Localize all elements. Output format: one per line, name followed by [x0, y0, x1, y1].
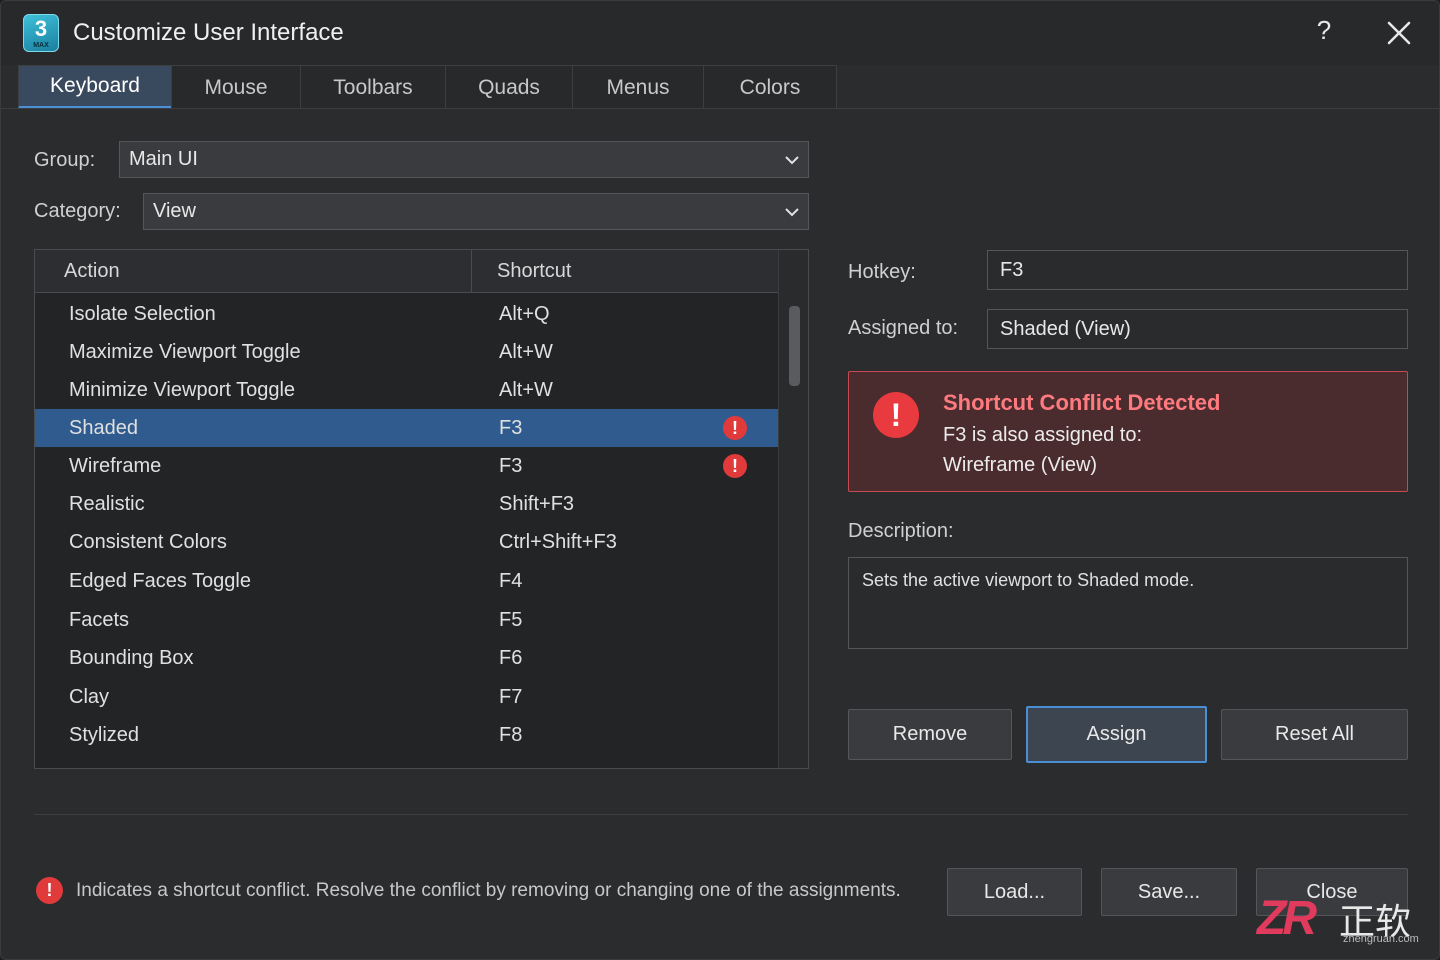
- app-logo-text: MAX: [33, 42, 49, 49]
- table-row[interactable]: Consistent Colors Ctrl+Shift+F3: [35, 523, 778, 561]
- row-shortcut: Alt+W: [499, 379, 553, 401]
- assigned-to-field: Shaded (View): [987, 309, 1408, 349]
- tab-colors[interactable]: Colors: [703, 65, 837, 109]
- window-title: Customize User Interface: [73, 19, 344, 46]
- tab-toolbars[interactable]: Toolbars: [300, 65, 446, 109]
- column-header-shortcut[interactable]: Shortcut: [497, 250, 571, 293]
- title-bar: 3 MAX Customize User Interface ?: [1, 1, 1439, 65]
- column-divider[interactable]: [471, 250, 472, 293]
- reset-all-button[interactable]: Reset All: [1221, 709, 1408, 760]
- description-box: Sets the active viewport to Shaded mode.: [848, 557, 1408, 649]
- chevron-down-icon: [785, 156, 799, 165]
- alert-warning-icon: !: [873, 392, 919, 438]
- row-action: Maximize Viewport Toggle: [69, 341, 301, 363]
- legend-warning-icon: !: [36, 877, 63, 904]
- conflict-title: Shortcut Conflict Detected: [943, 390, 1221, 415]
- row-action: Consistent Colors: [69, 531, 227, 553]
- row-shortcut: F5: [499, 609, 523, 631]
- assign-button[interactable]: Assign: [1026, 706, 1207, 763]
- row-action: Edged Faces Toggle: [69, 570, 251, 592]
- close-icon[interactable]: [1381, 15, 1417, 51]
- row-shortcut: F3: [499, 417, 523, 439]
- conflict-message: F3 is also assigned to:: [943, 424, 1142, 446]
- row-shortcut: Shift+F3: [499, 493, 575, 515]
- row-action: Wireframe: [69, 455, 162, 477]
- app-logo-number: 3: [34, 16, 48, 41]
- row-action: Isolate Selection: [69, 303, 216, 325]
- customize-ui-dialog: 3 MAX Customize User Interface ? Keyboar…: [0, 0, 1440, 960]
- table-row-selected[interactable]: Shaded F3 !: [35, 409, 778, 447]
- row-shortcut: F7: [499, 686, 523, 708]
- row-action: Stylized: [69, 724, 140, 746]
- row-shortcut: F3: [499, 455, 523, 477]
- conflict-warning-icon: !: [723, 454, 747, 478]
- watermark-url: zhengruan.com: [1343, 933, 1419, 945]
- table-row[interactable]: Bounding Box F6: [35, 639, 778, 677]
- row-action: Realistic: [69, 493, 145, 515]
- footer-divider: [34, 814, 1408, 815]
- hotkey-input[interactable]: F3: [987, 250, 1408, 290]
- conflict-target: Wireframe (View): [943, 454, 1098, 476]
- tab-mouse[interactable]: Mouse: [171, 65, 301, 109]
- tab-quads[interactable]: Quads: [445, 65, 573, 109]
- group-label: Group:: [34, 149, 96, 171]
- table-row[interactable]: Realistic Shift+F3: [35, 485, 778, 523]
- tab-keyboard[interactable]: Keyboard: [18, 65, 172, 109]
- row-shortcut: Ctrl+Shift+F3: [499, 531, 617, 553]
- category-label: Category:: [34, 200, 121, 222]
- table-row[interactable]: Maximize Viewport Toggle Alt+W: [35, 333, 778, 371]
- chevron-down-icon: [785, 208, 799, 217]
- table-row[interactable]: Edged Faces Toggle F4: [35, 562, 778, 600]
- row-action: Bounding Box: [69, 647, 194, 669]
- row-shortcut: F4: [499, 570, 523, 592]
- table-row[interactable]: Wireframe F3 !: [35, 447, 778, 485]
- row-shortcut: Alt+Q: [499, 303, 550, 325]
- shortcut-table: Action Shortcut Isolate Selection Alt+Q …: [34, 249, 809, 769]
- table-row[interactable]: Isolate Selection Alt+Q: [35, 295, 778, 333]
- assigned-to-label: Assigned to:: [848, 317, 959, 339]
- row-shortcut: Alt+W: [499, 341, 553, 363]
- tab-divider: [1, 108, 1439, 109]
- app-logo-icon: 3 MAX: [23, 14, 59, 52]
- conflict-legend-text: Indicates a shortcut conflict. Resolve t…: [76, 880, 901, 901]
- table-row[interactable]: Clay F7: [35, 678, 778, 716]
- group-dropdown[interactable]: Main UI: [119, 141, 809, 178]
- watermark-zr: ZR: [1257, 892, 1317, 945]
- row-action: Shaded: [69, 417, 138, 439]
- conflict-warning-icon: !: [723, 416, 747, 440]
- tab-bar: Keyboard Mouse Toolbars Quads Menus Colo…: [18, 65, 837, 109]
- group-value: Main UI: [129, 148, 198, 170]
- hotkey-label: Hotkey:: [848, 261, 916, 283]
- row-shortcut: F6: [499, 647, 523, 669]
- category-value: View: [153, 200, 196, 222]
- watermark-logo: ZR 正软 zhengruan.com: [1257, 891, 1429, 951]
- load-button[interactable]: Load...: [947, 868, 1082, 916]
- tab-menus[interactable]: Menus: [572, 65, 704, 109]
- save-button[interactable]: Save...: [1101, 868, 1237, 916]
- scrollbar-thumb[interactable]: [789, 306, 800, 386]
- row-action: Facets: [69, 609, 130, 631]
- conflict-alert: ! Shortcut Conflict Detected F3 is also …: [848, 371, 1408, 492]
- row-shortcut: F8: [499, 724, 523, 746]
- table-row[interactable]: Facets F5: [35, 601, 778, 639]
- description-label: Description:: [848, 520, 954, 542]
- table-header: Action Shortcut: [35, 250, 778, 293]
- table-row[interactable]: Minimize Viewport Toggle Alt+W: [35, 371, 778, 409]
- category-dropdown[interactable]: View: [143, 193, 809, 230]
- table-row[interactable]: Stylized F8: [35, 716, 778, 754]
- column-header-action[interactable]: Action: [64, 250, 120, 293]
- row-action: Minimize Viewport Toggle: [69, 379, 296, 401]
- help-button[interactable]: ?: [1309, 15, 1339, 49]
- remove-button[interactable]: Remove: [848, 709, 1012, 760]
- row-action: Clay: [69, 686, 110, 708]
- table-scrollbar[interactable]: [778, 250, 808, 768]
